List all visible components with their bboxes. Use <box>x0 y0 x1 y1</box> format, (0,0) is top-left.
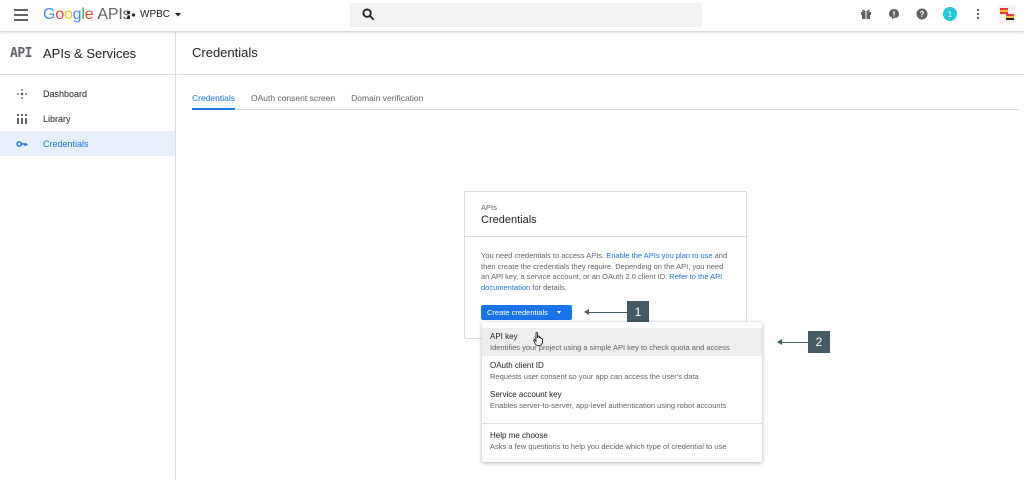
page-title: Credentials <box>192 45 258 60</box>
card-title: Credentials <box>481 214 537 226</box>
caret-down-icon <box>556 311 561 314</box>
sidebar: API APIs & Services Dashboard Library Cr… <box>0 32 176 480</box>
create-credentials-menu: API key Identifies your project using a … <box>482 322 762 462</box>
hamburger-menu-icon[interactable] <box>14 9 28 21</box>
callout-arrow-2 <box>777 339 808 345</box>
menu-divider <box>482 423 762 424</box>
card-eyebrow: APIs <box>481 203 497 212</box>
card-description: You need credentials to access APIs. Ena… <box>481 251 728 292</box>
menu-item-oauth-client-id[interactable]: OAuth client ID Requests user consent so… <box>482 357 762 385</box>
dashboard-icon <box>16 88 28 100</box>
notifications-icon[interactable]: 1 <box>942 6 958 22</box>
gift-icon[interactable] <box>858 6 874 22</box>
sidebar-item-label: Credentials <box>43 138 89 149</box>
sidebar-item-label: Dashboard <box>43 88 88 99</box>
top-app-bar: Google APIs WPBC ? 1 <box>0 0 1024 32</box>
enable-apis-link[interactable]: Enable the APIs you plan to use <box>606 251 712 260</box>
tab-oauth-consent-screen[interactable]: OAuth consent screen <box>251 88 335 110</box>
avatar[interactable] <box>998 5 1016 23</box>
create-credentials-button[interactable]: Create credentials <box>481 305 572 320</box>
button-label: Create credentials <box>487 308 548 317</box>
callout-badge-2: 2 <box>808 331 830 353</box>
divider <box>465 236 748 237</box>
svg-text:?: ? <box>920 10 925 19</box>
search-icon <box>362 8 375 21</box>
callout-arrow-1 <box>584 309 627 315</box>
hand-cursor-icon <box>533 332 543 346</box>
tab-credentials[interactable]: Credentials <box>192 88 235 110</box>
tab-bar: Credentials OAuth consent screen Domain … <box>192 88 1019 110</box>
feedback-icon[interactable] <box>886 6 902 22</box>
menu-item-service-account-key[interactable]: Service account key Enables server-to-se… <box>482 386 762 414</box>
page-header: Credentials <box>177 32 1024 75</box>
project-selector[interactable]: WPBC <box>126 9 182 20</box>
project-name: WPBC <box>140 9 170 20</box>
sidebar-item-library[interactable]: Library <box>0 106 175 131</box>
sidebar-item-label: Library <box>43 113 71 124</box>
sidebar-title: APIs & Services <box>42 45 137 61</box>
project-icon <box>126 10 136 19</box>
tab-domain-verification[interactable]: Domain verification <box>351 88 423 110</box>
sidebar-item-credentials[interactable]: Credentials <box>0 131 175 156</box>
sidebar-header: API APIs & Services <box>0 32 175 75</box>
api-logo-icon: API <box>10 45 32 61</box>
google-apis-logo[interactable]: Google APIs <box>43 6 131 24</box>
more-vert-icon[interactable] <box>970 6 986 22</box>
callout-badge-1: 1 <box>627 301 649 323</box>
help-icon[interactable]: ? <box>914 6 930 22</box>
chevron-down-icon <box>175 12 181 16</box>
search-bar[interactable] <box>350 3 702 27</box>
sidebar-item-dashboard[interactable]: Dashboard <box>0 81 175 106</box>
library-icon <box>16 113 28 125</box>
menu-item-help-me-choose[interactable]: Help me choose Asks a few questions to h… <box>482 427 762 455</box>
menu-item-api-key[interactable]: API key Identifies your project using a … <box>482 328 762 356</box>
key-icon <box>16 138 28 150</box>
